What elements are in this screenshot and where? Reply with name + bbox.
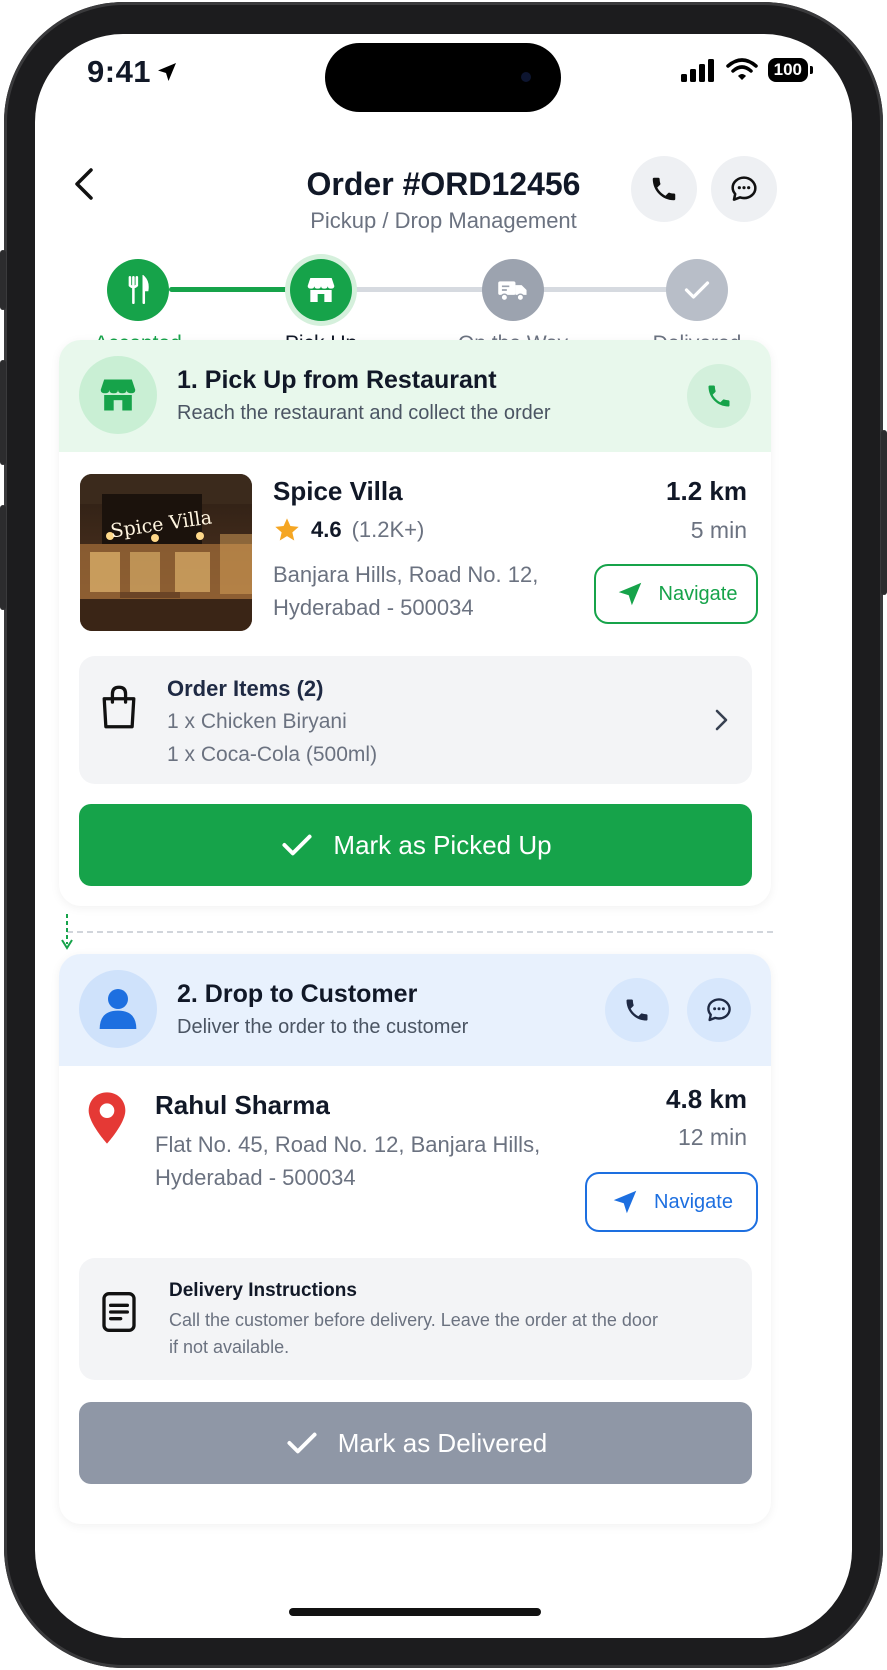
rating-count: (1.2K+) bbox=[351, 517, 425, 542]
time-text: 9:41 bbox=[87, 54, 152, 89]
customer-distance: 4.8 km bbox=[666, 1084, 747, 1114]
signal-icon bbox=[680, 59, 714, 82]
navigate-label: Navigate bbox=[654, 1190, 733, 1213]
customer-address-line2: Hyderabad - 500034 bbox=[155, 1165, 356, 1190]
restaurant-photo-graphic: Spice Villa bbox=[80, 474, 252, 631]
customer-address-line1: Flat No. 45, Road No. 12, Banjara Hills, bbox=[155, 1132, 541, 1157]
call-restaurant-button[interactable] bbox=[687, 364, 751, 428]
instructions-text-line2: if not available. bbox=[169, 1337, 290, 1357]
call-customer-button[interactable] bbox=[605, 978, 669, 1042]
order-item: 1 x Coca-Cola (500ml) bbox=[167, 743, 378, 766]
mark-picked-up-label: Mark as Picked Up bbox=[333, 829, 552, 860]
truck-icon bbox=[498, 281, 527, 302]
chat-icon bbox=[707, 998, 731, 1022]
instructions-text-line1: Call the customer before delivery. Leave… bbox=[169, 1310, 658, 1330]
check-icon bbox=[287, 1432, 317, 1454]
map-pin-icon bbox=[88, 1092, 126, 1144]
chevron-right-icon bbox=[715, 709, 728, 731]
side-button bbox=[0, 250, 6, 310]
navigate-arrow-icon bbox=[613, 1190, 637, 1214]
restaurant-address-line2: Hyderabad - 500034 bbox=[273, 595, 474, 620]
status-bar-time: 9:41 bbox=[87, 54, 179, 90]
call-button[interactable] bbox=[631, 156, 697, 222]
step-delivered bbox=[666, 259, 728, 321]
mark-delivered-label: Mark as Delivered bbox=[337, 1427, 548, 1458]
shopping-bag-icon bbox=[102, 685, 136, 729]
mark-picked-up-button[interactable]: Mark as Picked Up bbox=[79, 804, 752, 886]
check-icon bbox=[684, 281, 710, 299]
customer-eta: 12 min bbox=[677, 1124, 747, 1150]
header: Order #ORD12456 Pickup / Drop Management bbox=[35, 124, 852, 234]
dynamic-island bbox=[325, 43, 561, 112]
navigate-restaurant-button[interactable]: Navigate bbox=[594, 564, 758, 624]
rating-value: 4.6 bbox=[311, 517, 342, 542]
power-button bbox=[881, 430, 887, 595]
check-icon bbox=[282, 834, 312, 856]
volume-down-button bbox=[0, 505, 6, 610]
chat-icon bbox=[731, 176, 757, 201]
document-icon bbox=[102, 1292, 136, 1332]
screen: 9:41 100 Order #ORD12456 Pickup / Drop M… bbox=[35, 34, 852, 1638]
status-icons: 100 bbox=[680, 58, 814, 82]
order-items-row[interactable]: Order Items (2) 1 x Chicken Biryani 1 x … bbox=[79, 656, 752, 784]
location-arrow-icon bbox=[158, 63, 177, 81]
customer-name: Rahul Sharma bbox=[155, 1090, 330, 1120]
mark-delivered-button[interactable]: Mark as Delivered bbox=[79, 1402, 752, 1484]
chat-customer-button[interactable] bbox=[687, 978, 751, 1042]
fork-knife-icon bbox=[128, 275, 149, 304]
drop-card-header: 2. Drop to Customer Deliver the order to… bbox=[59, 954, 771, 1066]
customer-avatar bbox=[79, 970, 157, 1048]
phone-icon bbox=[626, 999, 648, 1021]
drop-title: 2. Drop to Customer bbox=[177, 980, 418, 1008]
restaurant-name: Spice Villa bbox=[273, 476, 403, 506]
pickup-card-header: 1. Pick Up from Restaurant Reach the res… bbox=[59, 340, 771, 452]
step-pickup bbox=[290, 259, 352, 321]
order-item: 1 x Chicken Biryani bbox=[167, 710, 347, 733]
wifi-icon bbox=[725, 58, 758, 80]
phone-icon bbox=[708, 385, 730, 407]
navigate-label: Navigate bbox=[658, 582, 738, 605]
section-divider bbox=[67, 931, 773, 933]
navigate-customer-button[interactable]: Navigate bbox=[585, 1172, 758, 1232]
person-icon bbox=[99, 989, 137, 1029]
restaurant-rating: 4.6 (1.2K+) bbox=[273, 516, 424, 544]
down-arrow-connector bbox=[61, 914, 73, 950]
instructions-heading: Delivery Instructions bbox=[169, 1280, 357, 1301]
drop-card: 2. Drop to Customer Deliver the order to… bbox=[59, 954, 771, 1524]
restaurant-address-line1: Banjara Hills, Road No. 12, bbox=[273, 562, 539, 587]
pickup-card: 1. Pick Up from Restaurant Reach the res… bbox=[59, 340, 771, 906]
volume-up-button bbox=[0, 360, 6, 465]
store-icon bbox=[307, 278, 335, 302]
pickup-store-badge bbox=[79, 356, 157, 434]
store-icon bbox=[100, 379, 136, 411]
home-indicator[interactable] bbox=[289, 1608, 541, 1616]
phone-icon bbox=[652, 177, 676, 201]
navigate-arrow-icon bbox=[618, 582, 641, 606]
restaurant-distance: 1.2 km bbox=[666, 476, 747, 506]
step-accepted bbox=[107, 259, 169, 321]
order-items-heading: Order Items (2) bbox=[167, 676, 324, 701]
camera-dot bbox=[521, 72, 531, 82]
step-on-the-way bbox=[482, 259, 544, 321]
battery-indicator: 100 bbox=[767, 58, 814, 82]
chat-button[interactable] bbox=[711, 156, 777, 222]
restaurant-eta: 5 min bbox=[690, 517, 747, 543]
pickup-title: 1. Pick Up from Restaurant bbox=[177, 366, 497, 394]
pickup-subtitle: Reach the restaurant and collect the ord… bbox=[177, 402, 551, 424]
star-icon bbox=[275, 518, 299, 541]
drop-subtitle: Deliver the order to the customer bbox=[177, 1016, 469, 1038]
restaurant-photo: Spice Villa bbox=[80, 474, 252, 631]
delivery-instructions-box: Delivery Instructions Call the customer … bbox=[79, 1258, 752, 1380]
